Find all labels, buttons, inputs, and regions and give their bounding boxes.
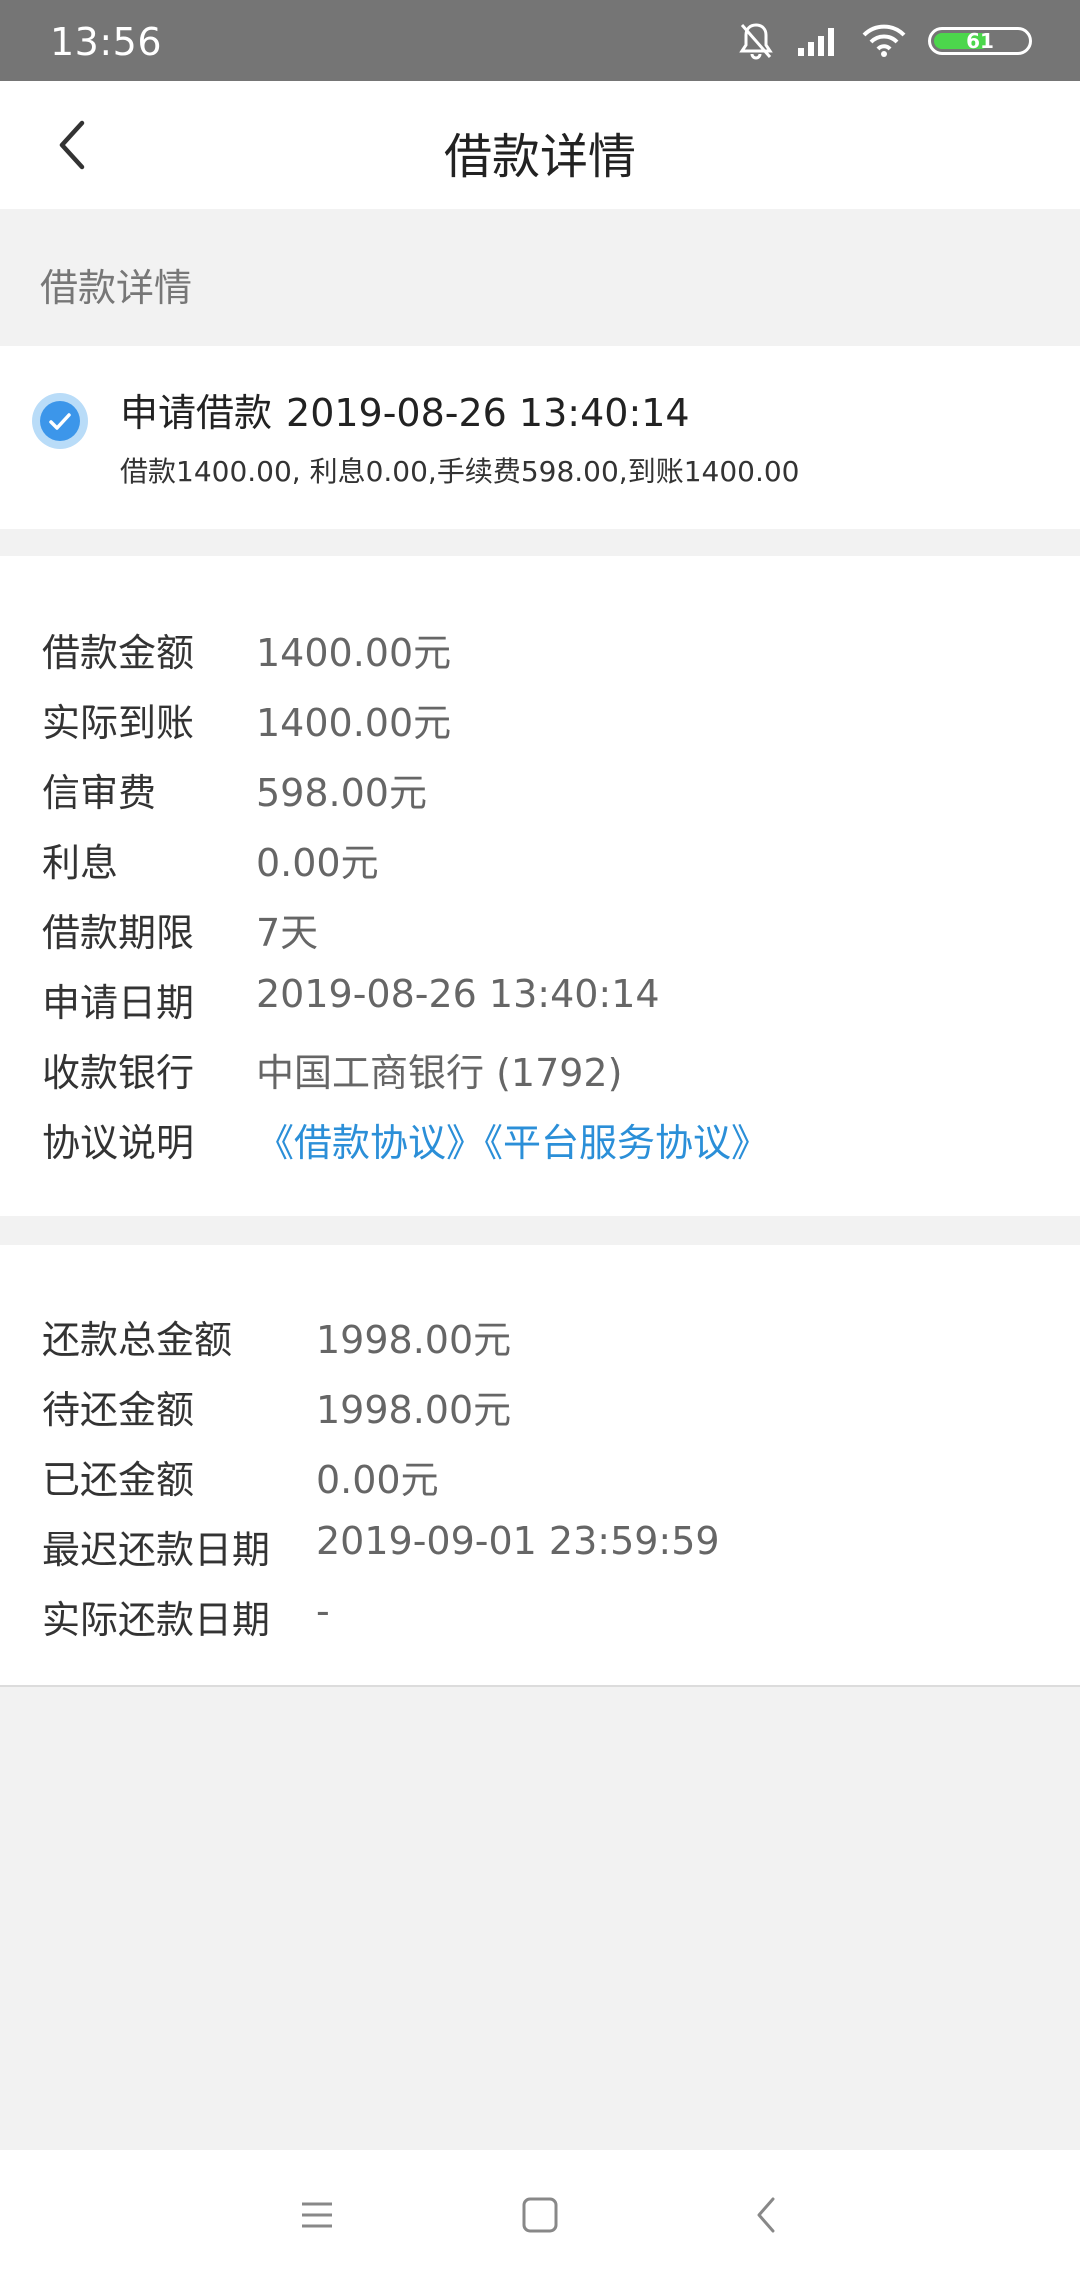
- bell-off-icon: [739, 23, 773, 60]
- menu-icon[interactable]: [292, 2190, 342, 2240]
- detail-value: 2019-08-26 13:40:14: [256, 972, 660, 1016]
- detail-value: 598.00元: [256, 771, 427, 815]
- detail-value: 0.00元: [256, 841, 379, 885]
- battery-icon: 61: [928, 27, 1032, 55]
- system-nav-bar: [0, 2150, 1080, 2280]
- repayment-value: -: [316, 1589, 330, 1633]
- detail-key: 申请日期: [42, 981, 195, 1025]
- status-time: 13:56: [50, 20, 163, 64]
- detail-value: 7天: [256, 911, 319, 955]
- repayment-key: 实际还款日期: [42, 1598, 271, 1642]
- detail-value: 1400.00元: [256, 631, 452, 675]
- detail-row: 协议说明 《借款协议》《平台服务协议》: [42, 1112, 769, 1172]
- application-card: 申请借款 2019-08-26 13:40:14 借款1400.00, 利息0.0…: [0, 346, 1080, 529]
- detail-key: 协议说明: [42, 1121, 195, 1165]
- detail-row: 信审费 598.00元: [42, 762, 427, 822]
- status-bar: 13:56 61: [0, 0, 1080, 81]
- detail-row: 借款期限 7天: [42, 902, 318, 962]
- application-date: 2019-08-26 13:40:14: [286, 391, 690, 435]
- detail-key: 借款期限: [42, 911, 195, 955]
- repayment-row: 最迟还款日期 2019-09-01 23:59:59: [42, 1519, 720, 1579]
- detail-row: 利息 0.00元: [42, 832, 379, 892]
- repayment-row: 还款总金额 1998.00元: [42, 1309, 511, 1369]
- status-icons: 61: [738, 20, 1032, 62]
- agreement-links[interactable]: 《借款协议》《平台服务协议》: [256, 1112, 769, 1167]
- repayment-key: 待还金额: [42, 1388, 195, 1432]
- repayment-value: 2019-09-01 23:59:59: [316, 1519, 720, 1563]
- application-headline: 申请借款 2019-08-26 13:40:14: [120, 382, 690, 437]
- detail-key: 收款银行: [42, 1051, 195, 1095]
- repayment-key: 已还金额: [42, 1458, 195, 1502]
- detail-row: 实际到账 1400.00元: [42, 692, 451, 752]
- loan-details-card: 借款金额 1400.00元 实际到账 1400.00元 信审费 598.00元 …: [0, 556, 1080, 1216]
- repayment-details-card: 还款总金额 1998.00元 待还金额 1998.00元 已还金额 0.00元 …: [0, 1245, 1080, 1687]
- battery-level: 61: [966, 29, 994, 53]
- detail-value: 1400.00元: [256, 701, 452, 745]
- title-bar: 借款详情: [0, 81, 1080, 209]
- detail-key: 实际到账: [42, 701, 195, 745]
- repayment-key: 还款总金额: [42, 1318, 233, 1362]
- application-summary: 借款1400.00, 利息0.00,手续费598.00,到账1400.00: [120, 455, 800, 488]
- detail-row: 申请日期 2019-08-26 13:40:14: [42, 972, 660, 1032]
- repayment-row: 待还金额 1998.00元: [42, 1379, 511, 1439]
- detail-value: 中国工商银行 (1792): [256, 1051, 623, 1095]
- detail-key: 利息: [42, 841, 119, 885]
- back-nav-icon[interactable]: [742, 2190, 792, 2240]
- repayment-value: 1998.00元: [316, 1388, 512, 1432]
- wifi-icon: [862, 24, 906, 57]
- detail-key: 借款金额: [42, 631, 195, 675]
- repayment-value: 0.00元: [316, 1458, 439, 1502]
- check-circle-icon: [32, 393, 88, 449]
- application-title: 申请借款: [120, 391, 273, 435]
- signal-icon: [798, 28, 834, 56]
- repayment-row: 已还金额 0.00元: [42, 1449, 439, 1509]
- page-title: 借款详情: [443, 129, 636, 185]
- home-icon[interactable]: [515, 2190, 565, 2240]
- detail-row: 借款金额 1400.00元: [42, 622, 451, 682]
- detail-key: 信审费: [42, 771, 157, 815]
- repayment-row: 实际还款日期 -: [42, 1589, 330, 1649]
- section-header: 借款详情: [0, 209, 1080, 346]
- repayment-value: 1998.00元: [316, 1318, 512, 1362]
- detail-row: 收款银行 中国工商银行 (1792): [42, 1042, 622, 1102]
- repayment-key: 最迟还款日期: [42, 1528, 271, 1572]
- section-label: 借款详情: [40, 266, 193, 310]
